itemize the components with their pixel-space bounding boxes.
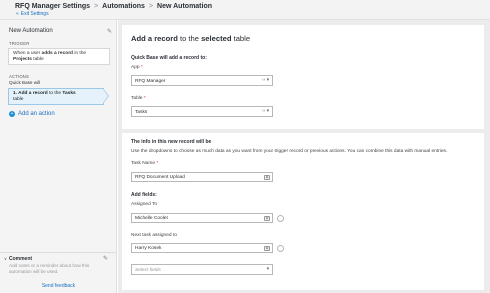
send-feedback-link[interactable]: Send feedback	[0, 283, 117, 289]
task-name-label: Task Name *	[131, 161, 158, 166]
task-name-field[interactable]: RFQ Document Upload ▦	[131, 172, 273, 182]
selected-arrow-fill	[103, 89, 108, 103]
action-text-post: table	[13, 97, 24, 102]
add-action-label: Add an action	[18, 111, 55, 117]
field-picker-icon[interactable]: ▦	[264, 174, 270, 180]
field-picker-icon[interactable]: ▦	[264, 245, 270, 251]
app-select-value: RFQ Manager	[135, 78, 166, 84]
automation-name[interactable]: New Automation	[9, 28, 53, 34]
remove-field-icon[interactable]	[277, 245, 284, 252]
required-mark: *	[156, 161, 159, 166]
add-action-button[interactable]: + Add an action	[9, 111, 55, 117]
next-task-value: Harry Kosek	[135, 246, 162, 251]
assigned-to-field[interactable]: Michelle Coolet ▦	[131, 213, 273, 223]
breadcrumb: RFQ Manager Settings > Automations > New Aut…	[15, 3, 212, 10]
info-section-title: The info in this new record will be	[131, 139, 212, 145]
pencil-icon[interactable]: ✎	[107, 28, 112, 35]
trigger-text-pre: When a user	[13, 51, 42, 56]
actions-section-label: ACTIONS	[9, 74, 30, 79]
trigger-text-post: table	[31, 57, 44, 62]
chevron-down-icon[interactable]: ∨	[4, 256, 7, 261]
trigger-section-label: TRIGGER	[9, 41, 30, 46]
plus-circle-icon: +	[9, 111, 15, 117]
table-label: Table *	[131, 96, 146, 101]
action-title-verb: Add a record	[131, 34, 178, 43]
chevron-down-icon: ▾	[266, 267, 269, 272]
select-caret-icon: ‹› ▾	[262, 109, 269, 114]
trigger-text-mid: in the	[73, 51, 87, 56]
trigger-card[interactable]: When a user adds a record in the Project…	[8, 48, 110, 65]
breadcrumb-automations[interactable]: Automations	[102, 3, 145, 10]
add-fields-label: Add fields:	[131, 192, 157, 198]
action-title: Add a record to the selected table	[131, 34, 250, 43]
remove-field-icon[interactable]	[277, 215, 284, 222]
table-label-text: Table	[131, 96, 143, 101]
breadcrumb-current: New Automation	[157, 3, 213, 10]
arrow-left-icon: «	[16, 11, 19, 17]
select-caret-icon: ‹› ▾	[262, 78, 269, 83]
select-fields-dropdown[interactable]: Select fields ▾	[131, 264, 273, 275]
table-select-value: Tasks	[135, 109, 148, 115]
pencil-icon[interactable]: ✎	[103, 255, 108, 262]
comment-title: Comment	[9, 256, 33, 262]
action-table: Tasks	[62, 91, 76, 96]
required-mark: *	[143, 96, 146, 101]
breadcrumb-app-settings[interactable]: RFQ Manager Settings	[15, 3, 90, 10]
action-title-selected: selected	[201, 34, 232, 43]
field-picker-icon[interactable]: ▦	[264, 215, 270, 221]
exit-settings-label: Exit Settings	[20, 11, 49, 17]
assigned-to-value: Michelle Coolet	[135, 216, 168, 221]
app-select[interactable]: RFQ Manager ‹› ▾	[131, 75, 273, 86]
exit-settings-link[interactable]: «Exit Settings	[16, 11, 49, 17]
action-title-post: table	[231, 34, 251, 43]
chevron-right-icon: >	[148, 3, 154, 10]
header-bar: RFQ Manager Settings > Automations > New Aut…	[0, 0, 490, 20]
assigned-to-label: Assigned To	[131, 202, 158, 207]
task-name-value: RFQ Document Upload	[135, 175, 185, 180]
action-verb: 1. Add a record	[13, 91, 48, 96]
task-name-label-text: Task Name	[131, 161, 155, 166]
next-task-label: Next task assigned to	[131, 233, 177, 238]
action-card-1[interactable]: 1. Add a record to the Tasks table	[8, 88, 104, 105]
app-label: App *	[131, 65, 143, 70]
required-mark: *	[140, 65, 143, 70]
select-fields-placeholder: Select fields	[135, 267, 161, 273]
comment-placeholder[interactable]: Add notes or a reminder about how this a…	[9, 263, 104, 274]
quickbase-will-label: Quick Base will	[9, 80, 41, 85]
trigger-table: Projects	[13, 57, 32, 62]
info-section-description: Use the dropdowns to choose as much data…	[131, 149, 448, 154]
next-task-field[interactable]: Harry Kosek ▦	[131, 243, 273, 253]
action-title-mid: to the	[177, 34, 202, 43]
qb-will-add-label: Quick Base will add a record to:	[131, 55, 207, 61]
action-text-mid: to the	[47, 91, 63, 96]
chevron-right-icon: >	[94, 3, 99, 10]
table-select[interactable]: Tasks ‹› ▾	[131, 106, 273, 117]
app-label-text: App	[131, 65, 140, 70]
trigger-event: adds a record	[41, 51, 73, 56]
